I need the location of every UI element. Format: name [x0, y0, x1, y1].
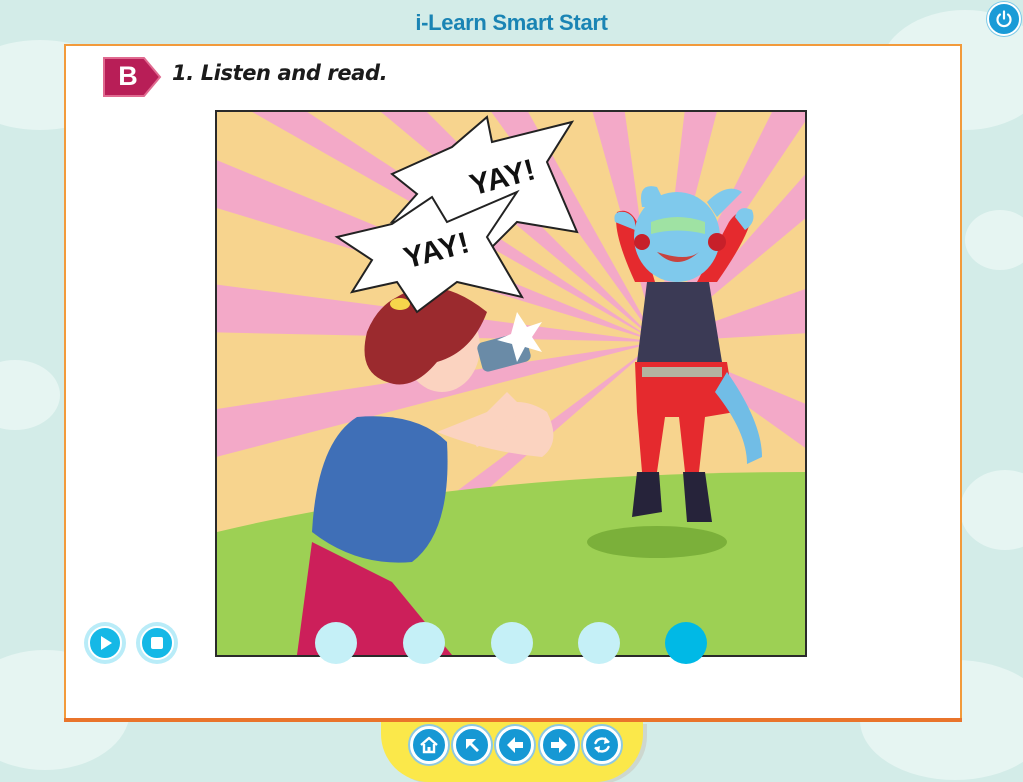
section-badge: B	[102, 55, 162, 99]
lesson-panel: B 1. Listen and read. YAY! YAY!	[64, 44, 962, 722]
section-letter: B	[118, 61, 138, 91]
power-button[interactable]	[987, 2, 1021, 36]
play-icon	[101, 636, 112, 650]
refresh-icon	[594, 737, 610, 753]
background-cloud	[960, 470, 1023, 550]
page-dot-5[interactable]	[665, 622, 707, 664]
power-icon	[996, 10, 1012, 28]
arrow-right-icon	[551, 737, 567, 753]
home-button[interactable]	[410, 726, 448, 764]
instruction-text: 1. Listen and read.	[172, 61, 388, 85]
page-dot-4[interactable]	[578, 622, 620, 664]
arrow-up-left-icon	[466, 739, 479, 752]
stop-button[interactable]	[136, 622, 178, 664]
comic-illustration: YAY! YAY!	[215, 110, 807, 657]
next-button[interactable]	[540, 726, 578, 764]
page-dot-2[interactable]	[403, 622, 445, 664]
play-button[interactable]	[84, 622, 126, 664]
page-dot-1[interactable]	[315, 622, 357, 664]
background-cloud	[965, 210, 1023, 270]
previous-button[interactable]	[496, 726, 534, 764]
home-icon	[420, 736, 438, 754]
arrow-left-icon	[507, 737, 523, 753]
app-title: i-Learn Smart Start	[415, 10, 608, 35]
background-cloud	[0, 360, 60, 430]
stop-icon	[151, 637, 163, 649]
page-dot-3[interactable]	[491, 622, 533, 664]
refresh-button[interactable]	[583, 726, 621, 764]
back-to-menu-button[interactable]	[453, 726, 491, 764]
